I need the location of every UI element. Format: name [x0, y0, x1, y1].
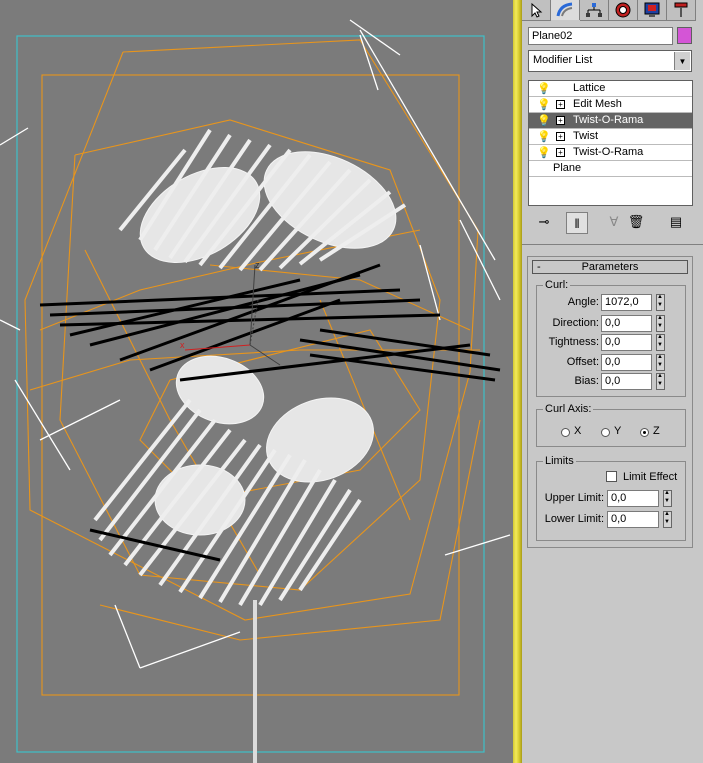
create-tab[interactable] [522, 0, 551, 21]
stack-item-twist[interactable]: 💡 + Twist [529, 129, 692, 145]
perspective-viewport[interactable]: x z [0, 0, 513, 763]
tightness-label: Tightness: [548, 336, 599, 348]
radio-z-label: Z [653, 425, 660, 437]
expand-plus-icon[interactable]: + [556, 148, 565, 157]
helper-lines [0, 19, 511, 669]
direction-label: Direction: [552, 317, 599, 329]
curl-axis-label: Curl Axis: [543, 403, 594, 415]
lightbulb-icon[interactable]: 💡 [537, 114, 551, 127]
stack-item-twist-o-rama-selected[interactable]: 💡 + Twist-O-Rama [529, 113, 692, 129]
modifier-list-dropdown[interactable]: Modifier List ▼ [528, 50, 692, 72]
expand-plus-icon[interactable]: + [556, 100, 565, 109]
limit-effect-label: Limit Effect [623, 471, 678, 483]
limit-effect-checkbox[interactable] [606, 471, 617, 482]
stack-item-plane[interactable]: Plane [529, 161, 692, 177]
stack-item-lattice[interactable]: 💡 Lattice [529, 81, 692, 97]
lower-limit-label: Lower Limit: [544, 513, 604, 525]
viewport-canvas[interactable]: x z [0, 0, 513, 763]
stack-item-label: Edit Mesh [573, 98, 622, 110]
offset-field[interactable]: 0,0 [601, 354, 652, 371]
upper-limit-field[interactable]: 0,0 [607, 490, 659, 507]
lower-limit-field[interactable]: 0,0 [607, 511, 659, 528]
radio-y-label: Y [614, 425, 622, 437]
stack-item-label: Twist [573, 130, 599, 142]
offset-spinner[interactable] [656, 353, 665, 371]
modify-tab[interactable] [551, 0, 580, 20]
display-monitor-icon [644, 2, 660, 17]
lightbulb-icon[interactable]: 💡 [537, 146, 551, 159]
rollout-title-label: Parameters [581, 261, 639, 273]
lightbulb-icon[interactable]: 💡 [537, 130, 551, 143]
viewport-divider[interactable] [513, 0, 522, 763]
direction-spinner[interactable] [656, 314, 665, 332]
twisted-mesh [139, 151, 397, 536]
direction-field[interactable]: 0,0 [601, 315, 652, 332]
angle-spinner[interactable] [656, 293, 665, 311]
separator [522, 244, 703, 245]
stack-item-label: Plane [553, 162, 582, 174]
pin-stack-icon[interactable]: ⊸ [534, 212, 554, 232]
lower-limit-spinner[interactable] [663, 510, 672, 528]
motion-tab[interactable] [609, 0, 638, 21]
radio-z-dot[interactable] [640, 428, 649, 437]
remove-modifier-icon[interactable]: 🗑 [626, 212, 646, 232]
chevron-down-icon[interactable]: ▼ [674, 52, 690, 70]
stack-item-edit-mesh[interactable]: 💡 + Edit Mesh [529, 97, 692, 113]
object-color-swatch[interactable] [677, 27, 692, 44]
expand-plus-icon[interactable]: + [556, 116, 565, 125]
expand-plus-icon[interactable]: + [556, 132, 565, 141]
tightness-spinner[interactable] [656, 333, 665, 351]
upper-limit-label: Upper Limit: [544, 492, 604, 504]
stack-item-label: Twist-O-Rama [573, 146, 644, 158]
motion-icon [615, 2, 631, 18]
make-unique-icon[interactable]: ∀ [604, 212, 624, 232]
command-panel: Plane02 Modifier List ▼ 💡 Lattice 💡 + Ed… [522, 0, 703, 763]
stack-item-twist-o-rama[interactable]: 💡 + Twist-O-Rama [529, 145, 692, 161]
bias-label: Bias: [574, 375, 599, 387]
utilities-tab[interactable] [667, 0, 696, 21]
hierarchy-icon [586, 3, 602, 17]
radio-x-dot[interactable] [561, 428, 570, 437]
modifier-list-label: Modifier List [533, 54, 593, 66]
stack-item-label: Lattice [573, 82, 606, 94]
lightbulb-icon[interactable]: 💡 [537, 82, 551, 95]
lightbulb-icon[interactable]: 💡 [537, 98, 551, 111]
display-tab[interactable] [638, 0, 667, 21]
curl-group-label: Curl: [543, 279, 571, 291]
collapse-minus-icon: - [537, 261, 541, 273]
bias-spinner[interactable] [656, 372, 665, 390]
upper-limit-spinner[interactable] [663, 489, 672, 507]
gizmo-x-label: x [180, 340, 185, 350]
angle-label: Angle: [567, 296, 599, 308]
curl-axis-group: Curl Axis: [536, 403, 686, 447]
cursor-arrow-icon [531, 2, 543, 18]
modifier-stack[interactable]: 💡 Lattice 💡 + Edit Mesh 💡 + Twist-O-Rama… [528, 80, 693, 206]
hammer-icon [674, 2, 688, 17]
modify-arc-icon [556, 2, 573, 17]
stack-item-label: Twist-O-Rama [573, 114, 644, 126]
parameters-rollout-title[interactable]: - Parameters [532, 260, 688, 274]
offset-label: Offset: [566, 356, 599, 368]
radio-y-dot[interactable] [601, 428, 610, 437]
configure-sets-icon[interactable]: ▤ [666, 212, 686, 232]
tightness-field[interactable]: 0,0 [601, 334, 652, 351]
bias-field[interactable]: 0,0 [601, 373, 652, 390]
angle-field[interactable]: 1072,0 [601, 294, 652, 311]
show-end-result-icon[interactable]: ‖ [566, 212, 588, 234]
transform-gizmo[interactable] [184, 264, 281, 366]
limits-label: Limits [543, 455, 576, 467]
gizmo-z-label: z [255, 260, 260, 270]
hierarchy-tab[interactable] [580, 0, 609, 21]
object-name-field[interactable]: Plane02 [528, 27, 673, 45]
radio-x-label: X [574, 425, 582, 437]
